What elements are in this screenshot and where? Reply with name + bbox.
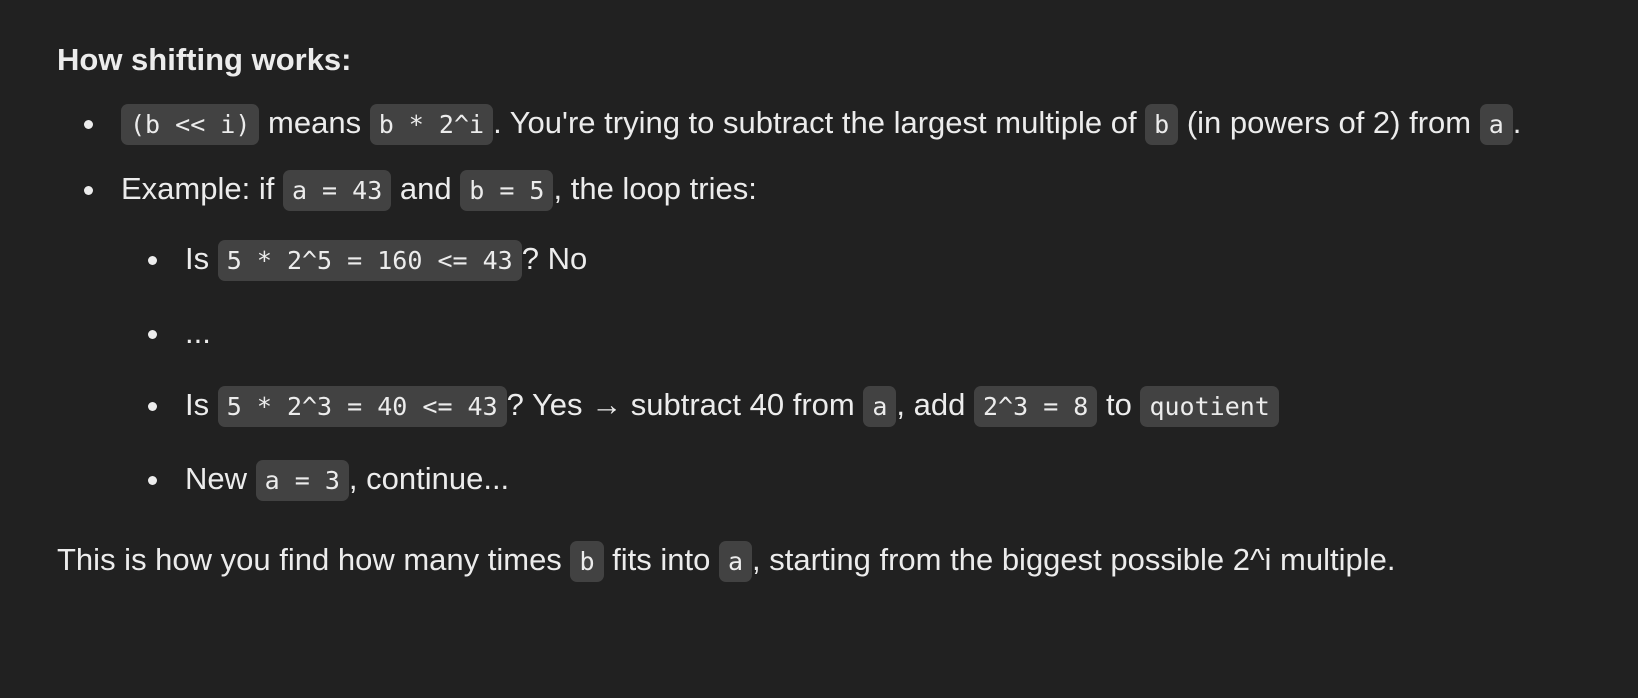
paragraph-text: fits into xyxy=(603,542,719,577)
message-content: How shifting works: (b << i) means b * 2… xyxy=(57,36,1617,586)
sub-bullet-try-2-3: Is 5 * 2^3 = 40 <= 43? Yes → subtract 40… xyxy=(121,376,1617,436)
bullet-text: (in powers of 2) from xyxy=(1178,105,1480,140)
sub-bullet-try-2-5: Is 5 * 2^5 = 160 <= 43? No xyxy=(121,230,1617,290)
paragraph-text: This is how you find how many times xyxy=(57,542,571,577)
sub-bullet-new-a: New a = 3, continue... xyxy=(121,450,1617,510)
bullet-shift-meaning: (b << i) means b * 2^i. You're trying to… xyxy=(57,94,1617,154)
bullet-text: ... xyxy=(185,315,211,350)
inline-code: a xyxy=(1479,104,1513,145)
paragraph-text: , starting from the biggest possible 2^i… xyxy=(752,542,1396,577)
bullet-text: Is xyxy=(185,241,218,276)
bullet-text: , continue... xyxy=(348,461,510,496)
inline-code: (b << i) xyxy=(121,104,260,145)
bullet-example: Example: if a = 43 and b = 5, the loop t… xyxy=(57,160,1617,510)
inline-code: b xyxy=(1145,104,1179,145)
bullet-text: Is xyxy=(185,387,218,422)
inline-code: quotient xyxy=(1140,386,1279,427)
bullet-text: . You're trying to subtract the largest … xyxy=(493,105,1146,140)
inline-code: 5 * 2^5 = 160 <= 43 xyxy=(217,240,522,281)
nested-bullet-list: Is 5 * 2^5 = 160 <= 43? No ... Is 5 * 2^… xyxy=(121,230,1617,510)
inline-code: 2^3 = 8 xyxy=(973,386,1098,427)
inline-code: b * 2^i xyxy=(369,104,494,145)
bullet-text: , the loop tries: xyxy=(553,171,757,206)
bullet-text: , add xyxy=(896,387,974,422)
bullet-text: . xyxy=(1512,105,1522,140)
bullet-text: ? No xyxy=(521,241,588,276)
inline-code: 5 * 2^3 = 40 <= 43 xyxy=(217,386,507,427)
bullet-text: means xyxy=(259,105,370,140)
sub-bullet-ellipsis: ... xyxy=(121,304,1617,362)
inline-code: b = 5 xyxy=(460,170,554,211)
inline-code: b xyxy=(570,541,604,582)
bullet-text: and xyxy=(391,171,461,206)
inline-code: a = 43 xyxy=(282,170,392,211)
bullet-text: ? Yes → subtract 40 from xyxy=(506,387,864,422)
closing-paragraph: This is how you find how many times b fi… xyxy=(57,536,1617,586)
inline-code: a xyxy=(718,541,752,582)
bullet-text: Example: if xyxy=(121,171,283,206)
inline-code: a xyxy=(863,386,897,427)
section-heading: How shifting works: xyxy=(57,42,352,77)
bullet-text: New xyxy=(185,461,256,496)
bullet-list: (b << i) means b * 2^i. You're trying to… xyxy=(57,94,1617,510)
inline-code: a = 3 xyxy=(255,460,349,501)
bullet-text: to xyxy=(1097,387,1141,422)
